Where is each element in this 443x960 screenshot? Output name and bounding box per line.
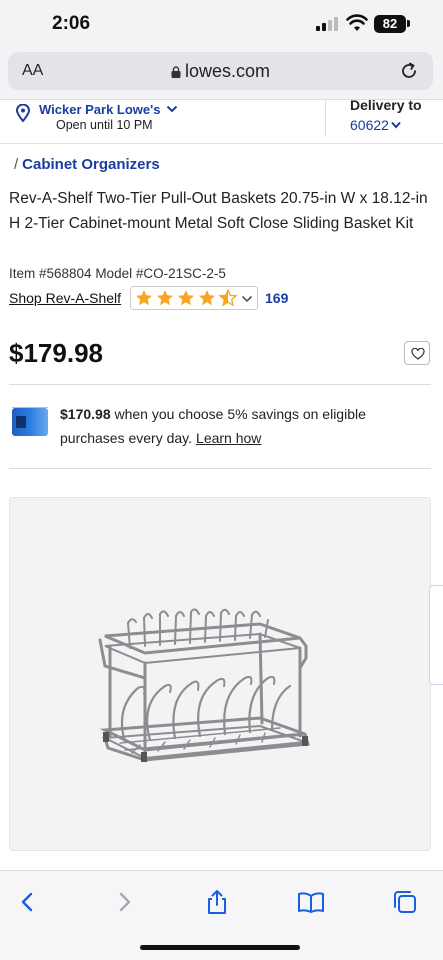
- divider: [9, 384, 431, 385]
- home-indicator: [140, 945, 300, 950]
- product-image[interactable]: [9, 497, 431, 851]
- breadcrumb: / Cabinet Organizers: [14, 156, 160, 173]
- delivery-zip: 60622: [350, 117, 389, 133]
- url-text: lowes.com: [184, 61, 271, 81]
- store-bar: Wicker Park Lowe's Open until 10 PM Deli…: [0, 97, 443, 144]
- battery-tip: [407, 20, 410, 27]
- savings-text-1: when you choose 5% savings on eligible: [110, 406, 366, 422]
- cellular-signal-icon: [316, 17, 338, 31]
- breadcrumb-separator: /: [14, 156, 19, 173]
- star-icon: [178, 290, 194, 306]
- breadcrumb-category-link[interactable]: Cabinet Organizers: [22, 156, 160, 173]
- browser-address-area: AA lowes.com: [0, 48, 443, 100]
- review-count-link[interactable]: 169: [265, 290, 288, 306]
- heart-icon: [411, 348, 425, 360]
- reload-icon[interactable]: [399, 61, 419, 81]
- tabs-icon[interactable]: [391, 889, 419, 915]
- store-name-link[interactable]: Wicker Park Lowe's: [39, 102, 160, 117]
- item-model-number: Item #568804 Model #CO-21SC-2-5: [9, 266, 226, 281]
- savings-text-2: purchases every day.: [60, 430, 193, 446]
- star-rating: [136, 289, 237, 306]
- star-icon: [136, 290, 152, 306]
- status-bar: 2:06 82: [0, 0, 443, 48]
- back-icon[interactable]: [14, 889, 42, 915]
- address-bar[interactable]: AA lowes.com: [8, 52, 433, 90]
- delivery-zip-selector[interactable]: 60622: [350, 117, 401, 133]
- chevron-down-icon: [241, 295, 253, 303]
- lock-icon: [171, 66, 181, 78]
- battery-indicator: 82: [374, 15, 406, 33]
- delivery-label: Delivery to: [350, 97, 422, 113]
- pull-out-basket-image: [98, 608, 310, 762]
- forward-icon[interactable]: [110, 889, 138, 915]
- star-icon: [199, 290, 215, 306]
- shop-brand-link[interactable]: Shop Rev-A-Shelf: [9, 290, 121, 306]
- feedback-tab[interactable]: [429, 585, 443, 685]
- rating-dropdown[interactable]: [130, 286, 258, 310]
- share-icon[interactable]: [203, 889, 231, 915]
- wifi-icon: [346, 14, 368, 31]
- store-divider: [325, 100, 326, 136]
- product-title: Rev-A-Shelf Two-Tier Pull-Out Baskets 20…: [9, 190, 428, 232]
- half-star-icon: [219, 289, 237, 306]
- savings-text-line2: purchases every day. Learn how: [60, 430, 261, 446]
- savings-price: $170.98: [60, 406, 111, 422]
- favorite-button[interactable]: [404, 341, 430, 365]
- status-time: 2:06: [52, 13, 91, 34]
- location-pin-icon: [15, 104, 31, 122]
- chevron-down-icon[interactable]: [166, 104, 178, 114]
- url-display[interactable]: lowes.com: [8, 61, 433, 82]
- chevron-down-icon: [391, 121, 401, 129]
- learn-how-link[interactable]: Learn how: [196, 430, 261, 446]
- star-icon: [157, 290, 173, 306]
- divider: [9, 468, 431, 469]
- savings-text: $170.98 when you choose 5% savings on el…: [60, 406, 366, 422]
- credit-card-icon: [12, 407, 48, 436]
- bookmarks-icon[interactable]: [297, 889, 325, 915]
- store-hours: Open until 10 PM: [56, 118, 153, 132]
- product-price: $179.98: [9, 338, 103, 368]
